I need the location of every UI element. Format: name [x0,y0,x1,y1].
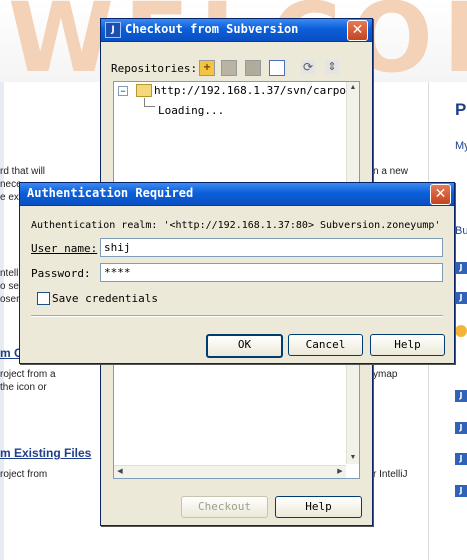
scroll-left-icon[interactable]: ◀ [115,467,125,477]
checkout-help-button[interactable]: Help [275,496,362,518]
auth-realm-text: Authentication realm: '<http://192.168.1… [31,220,441,231]
intellij-icon[interactable]: J [455,453,467,465]
checkout-title: Checkout from Subversion [125,22,299,36]
password-field[interactable]: **** [100,263,443,282]
right-subheading: Bu [455,225,467,237]
bg-link-existing-files[interactable]: m Existing Files [0,446,91,460]
tree-line [144,98,155,107]
checkout-titlebar[interactable]: J Checkout from Subversion ✕ [101,19,372,42]
tree-loading: Loading... [158,104,225,117]
username-label: User name: [31,242,98,255]
intellij-icon[interactable]: J [455,485,467,497]
intellij-icon[interactable]: J [455,422,467,434]
intellij-icon[interactable]: J [455,262,467,274]
add-icon[interactable]: + [199,60,215,76]
auth-dialog: Authentication Required ✕ Authentication… [19,182,455,364]
intellij-icon[interactable]: J [455,390,467,402]
horizontal-scrollbar[interactable]: ◀ ▶ [114,465,346,478]
tree-collapse-icon[interactable]: − [118,86,128,96]
bg-text-line: n a new [373,166,409,177]
divider [31,315,443,317]
cancel-button[interactable]: Cancel [288,334,363,356]
save-credentials-label[interactable]: Save credentials [52,292,158,305]
bg-text-line: e ex [0,192,19,203]
plugin-icon[interactable] [455,325,467,337]
right-heading: P [455,100,467,119]
ok-button[interactable]: OK [206,334,283,358]
tree-repo-url[interactable]: http://192.168.1.37/svn/carpo [154,84,346,97]
right-subheading: My [455,140,467,152]
close-icon[interactable]: ✕ [430,184,451,205]
save-credentials-checkbox[interactable] [37,292,50,305]
remove-icon[interactable] [245,60,261,76]
left-band [0,82,4,560]
auth-titlebar[interactable]: Authentication Required ✕ [20,183,454,206]
bg-text-line: rd that will [0,166,46,177]
bg-text-line: r IntelliJ [373,469,408,480]
help-button[interactable]: Help [370,334,445,356]
app-icon: J [105,22,121,38]
close-icon[interactable]: ✕ [347,20,368,41]
auth-title: Authentication Required [27,186,194,200]
checkout-button[interactable]: Checkout [181,496,268,518]
collapse-icon[interactable]: ⇕ [325,60,339,74]
browse-icon[interactable] [269,60,285,76]
scroll-up-icon[interactable]: ▲ [348,83,358,93]
scroll-down-icon[interactable]: ▼ [348,453,358,463]
repositories-toolbar: + ⟳ ⇕ [199,60,339,76]
password-label: Password: [31,267,91,280]
bg-text-line: ntell [0,268,19,279]
intellij-icon[interactable]: J [455,292,467,304]
repositories-label: Repositories: [111,62,198,75]
bg-text-line: o se [0,281,19,292]
bg-text-line: oser [0,294,20,305]
bg-text-line: roject from a [0,369,56,380]
folder-icon [136,84,152,97]
bg-text-line: ymap [373,369,398,380]
bg-text-line: roject from [0,469,48,480]
username-field[interactable]: shij [100,238,443,257]
edit-icon[interactable] [221,60,237,76]
bg-text-line: the icon or [0,382,47,393]
refresh-icon[interactable]: ⟳ [301,60,315,74]
scroll-right-icon[interactable]: ▶ [335,467,345,477]
